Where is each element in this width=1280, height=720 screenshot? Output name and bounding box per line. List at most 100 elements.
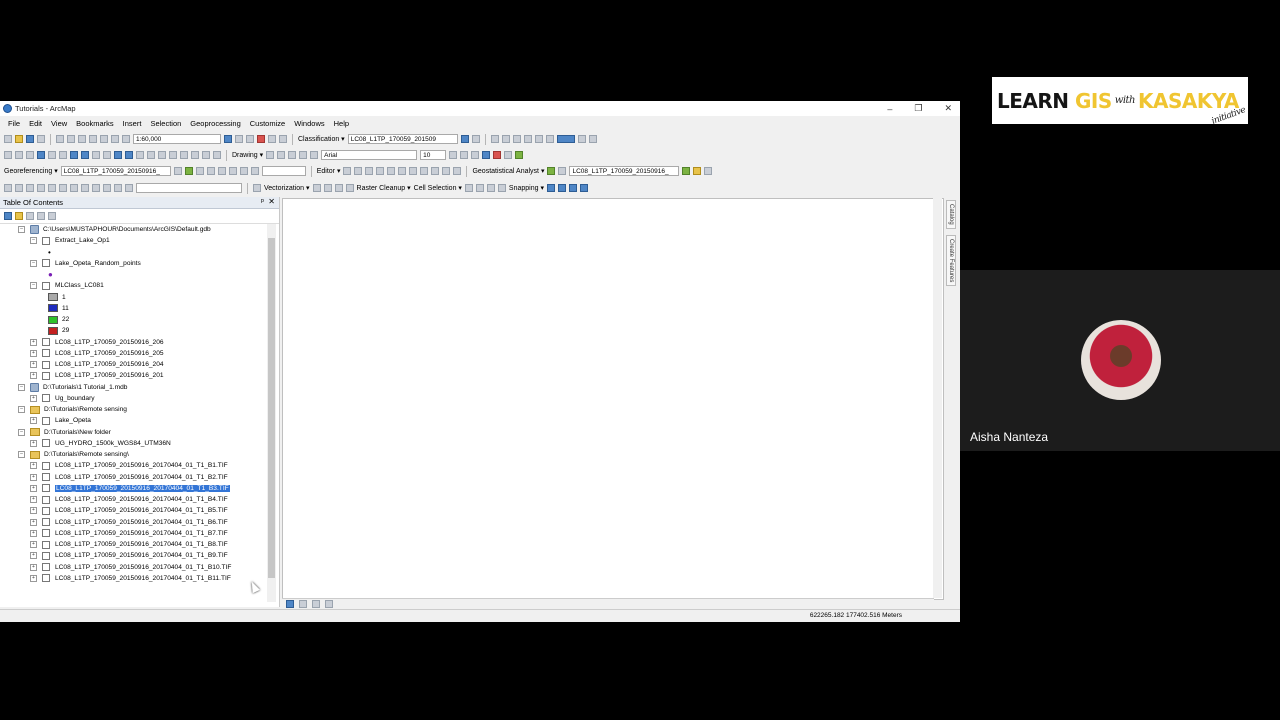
italic-icon[interactable] xyxy=(460,151,469,159)
new-text-icon[interactable] xyxy=(310,151,319,159)
expand-toggle-icon[interactable]: + xyxy=(30,563,37,571)
toc-row[interactable]: – Lake_Opeta_Random_points xyxy=(30,258,141,269)
tool-icon[interactable] xyxy=(453,167,462,175)
tool-icon[interactable] xyxy=(464,184,473,192)
tool-icon[interactable] xyxy=(81,184,89,192)
tool-icon[interactable] xyxy=(442,167,451,175)
tool-icon[interactable] xyxy=(420,167,429,175)
editor-menu[interactable]: Editor ▾ xyxy=(317,167,341,175)
layer-visibility-checkbox[interactable] xyxy=(42,574,50,583)
raster-cleanup-menu[interactable]: Raster Cleanup ▾ xyxy=(357,184,411,192)
expand-toggle-icon[interactable]: + xyxy=(30,496,37,503)
layer-visibility-checkbox[interactable] xyxy=(42,461,50,470)
create-features-tab[interactable]: Create Features xyxy=(946,234,956,287)
bold-icon[interactable] xyxy=(449,151,458,159)
tool-icon[interactable] xyxy=(387,167,396,175)
zoom-out-icon[interactable] xyxy=(15,151,23,159)
layer-visibility-checkbox[interactable] xyxy=(42,563,50,571)
layer-visibility-checkbox[interactable] xyxy=(42,495,50,504)
tool-icon[interactable] xyxy=(497,184,506,192)
toc-row[interactable]: – D:\Tutorials\New folder xyxy=(18,427,111,438)
tool-icon[interactable] xyxy=(92,184,100,192)
line-color-icon[interactable] xyxy=(504,151,513,159)
hyperlink-icon[interactable] xyxy=(136,151,144,159)
tool-icon[interactable] xyxy=(475,184,484,192)
layer-visibility-checkbox[interactable] xyxy=(42,551,50,560)
list-by-drawing-order-icon[interactable] xyxy=(4,212,12,220)
editor-toolbar-icon[interactable] xyxy=(224,135,232,143)
toc-row[interactable]: + LC08_L1TP_170059_20150916_206 xyxy=(30,337,164,348)
toc-close-button[interactable]: ✕ xyxy=(268,197,275,206)
measure-icon[interactable] xyxy=(191,151,199,159)
tool-icon[interactable] xyxy=(15,184,23,192)
expand-toggle-icon[interactable]: + xyxy=(30,372,37,380)
catalog-icon[interactable] xyxy=(246,135,254,143)
menu-customize[interactable]: Customize xyxy=(250,119,285,128)
toc-scroll-thumb[interactable] xyxy=(268,238,275,578)
expand-toggle-icon[interactable]: + xyxy=(30,473,37,481)
tool-icon[interactable] xyxy=(253,184,261,192)
tool-icon[interactable] xyxy=(48,184,56,192)
expand-toggle-icon[interactable]: – xyxy=(18,451,25,458)
rectangle-icon[interactable] xyxy=(299,151,308,159)
add-control-points-icon[interactable] xyxy=(184,167,193,175)
clear-selection-icon[interactable] xyxy=(103,151,111,159)
toc-row[interactable]: – D:\Tutorials\Remote sensing\ xyxy=(18,449,129,460)
tool-icon[interactable] xyxy=(682,167,691,175)
layer-visibility-checkbox[interactable] xyxy=(42,281,50,290)
font-name-combo[interactable]: Arial xyxy=(321,150,418,160)
layer-visibility-checkbox[interactable] xyxy=(42,360,50,369)
toc-row[interactable]: – D:\Tutorials\1 Tutorial_1.mdb xyxy=(18,382,127,393)
toc-row[interactable]: + LC08_L1TP_170059_20150916_20170404_01_T… xyxy=(30,539,228,550)
cut-icon[interactable] xyxy=(56,135,64,143)
layer-visibility-checkbox[interactable] xyxy=(42,540,50,549)
toc-row[interactable]: + LC08_L1TP_170059_20150916_201 xyxy=(30,370,164,381)
layer-visibility-checkbox[interactable] xyxy=(42,349,50,358)
refresh-icon[interactable] xyxy=(312,599,320,608)
map-vertical-scrollbar[interactable] xyxy=(933,198,942,598)
menu-selection[interactable]: Selection xyxy=(150,119,181,128)
tool-icon[interactable] xyxy=(558,167,567,175)
expand-toggle-icon[interactable]: + xyxy=(30,361,37,368)
select-elements-icon[interactable] xyxy=(114,151,122,159)
viewer-icon[interactable] xyxy=(228,167,237,175)
expand-toggle-icon[interactable]: + xyxy=(30,417,37,425)
histogram-icon[interactable] xyxy=(693,167,702,175)
toc-row[interactable]: + LC08_L1TP_170059_20150916_20170404_01_T… xyxy=(30,550,228,561)
color-swatch-icon[interactable] xyxy=(556,135,575,143)
expand-toggle-icon[interactable]: + xyxy=(30,552,37,560)
layer-visibility-checkbox[interactable] xyxy=(42,236,50,245)
tool-icon[interactable] xyxy=(490,135,499,143)
back-extent-icon[interactable] xyxy=(70,151,78,159)
toc-row[interactable]: + LC08_L1TP_170059_20150916_20170404_01_T… xyxy=(30,505,228,516)
viewer-icon[interactable] xyxy=(213,151,221,159)
pan-icon[interactable] xyxy=(26,151,34,159)
tool-icon[interactable] xyxy=(4,184,12,192)
classification-layer-combo[interactable]: LC08_L1TP_170059_201509 xyxy=(347,134,458,144)
tool-icon[interactable] xyxy=(409,167,418,175)
tool-icon[interactable] xyxy=(354,167,363,175)
layer-visibility-checkbox[interactable] xyxy=(42,259,50,268)
data-view-icon[interactable] xyxy=(286,599,294,608)
expand-toggle-icon[interactable]: – xyxy=(18,226,25,233)
zoom-in-icon[interactable] xyxy=(4,151,12,159)
expand-toggle-icon[interactable]: – xyxy=(18,383,25,391)
toc-row[interactable]: + LC08_L1TP_170059_20150916_20170404_01_T… xyxy=(30,472,228,483)
tool-icon[interactable] xyxy=(26,184,34,192)
tool-icon[interactable] xyxy=(512,135,521,143)
snapping-menu[interactable]: Snapping ▾ xyxy=(509,184,544,192)
geostat-layer-combo[interactable]: LC08_L1TP_170059_20150916_ xyxy=(569,166,680,176)
menu-geoprocessing[interactable]: Geoprocessing xyxy=(190,119,240,128)
python-icon[interactable] xyxy=(268,135,276,143)
expand-toggle-icon[interactable]: + xyxy=(30,439,37,447)
expand-toggle-icon[interactable]: – xyxy=(18,428,25,436)
expand-toggle-icon[interactable]: + xyxy=(30,338,37,346)
tool-icon[interactable] xyxy=(323,184,332,192)
layer-visibility-checkbox[interactable] xyxy=(42,416,50,425)
expand-toggle-icon[interactable]: + xyxy=(30,574,37,582)
toc-row[interactable]: + LC08_L1TP_170059_20150916_20170404_01_T… xyxy=(30,460,228,471)
map-view[interactable] xyxy=(282,198,944,600)
tool-icon[interactable] xyxy=(103,184,111,192)
time-slider-icon[interactable] xyxy=(202,151,210,159)
expand-toggle-icon[interactable]: + xyxy=(30,484,37,492)
